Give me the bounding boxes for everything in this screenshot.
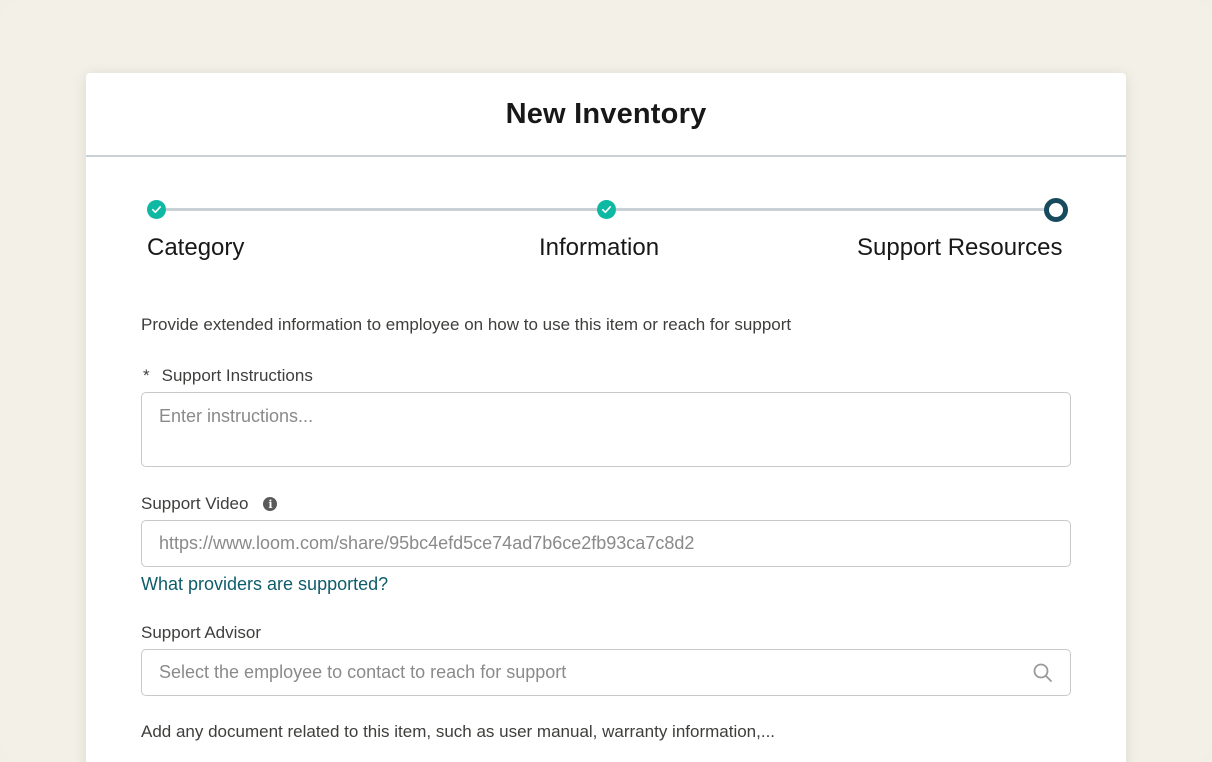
required-marker: * [143,366,150,385]
support-advisor-lookup[interactable]: Select the employee to contact to reach … [141,649,1071,696]
step-category-check-icon[interactable] [147,200,166,219]
new-inventory-modal: New Inventory Category Information Suppo… [86,73,1126,762]
search-icon[interactable] [1032,662,1054,684]
step-label-category: Category [147,234,245,261]
modal-title: New Inventory [505,97,707,130]
modal-header: New Inventory [86,73,1126,157]
progress-indicator: Category Information Support Resources [86,157,1126,267]
support-advisor-label: Support Advisor [141,623,261,643]
step-information-check-icon[interactable] [597,200,616,219]
supported-providers-link[interactable]: What providers are supported? [141,574,388,595]
support-video-input[interactable]: https://www.loom.com/share/95bc4efd5ce74… [141,520,1071,567]
support-instructions-textarea[interactable]: Enter instructions... [141,392,1071,467]
support-instructions-label-text: Support Instructions [161,366,313,385]
form-intro: Provide extended information to employee… [141,315,792,334]
progress-track-1 [166,208,598,211]
support-advisor-label-text: Support Advisor [141,623,262,642]
support-instructions-label: * Support Instructions [141,366,313,386]
info-icon[interactable]: i [263,497,278,511]
support-instructions-placeholder: Enter instructions... [159,406,314,426]
documents-description: Add any document related to this item, s… [141,722,776,741]
support-video-label-text: Support Video [141,494,249,513]
step-support-resources-current-icon[interactable] [1044,198,1068,222]
step-label-support-resources: Support Resources [857,234,1063,261]
progress-track-2 [616,208,1048,211]
support-advisor-placeholder: Select the employee to contact to reach … [159,662,567,682]
step-label-information: Information [539,234,660,261]
support-video-placeholder: https://www.loom.com/share/95bc4efd5ce74… [159,533,695,553]
support-video-label: Support Video i [141,494,278,514]
